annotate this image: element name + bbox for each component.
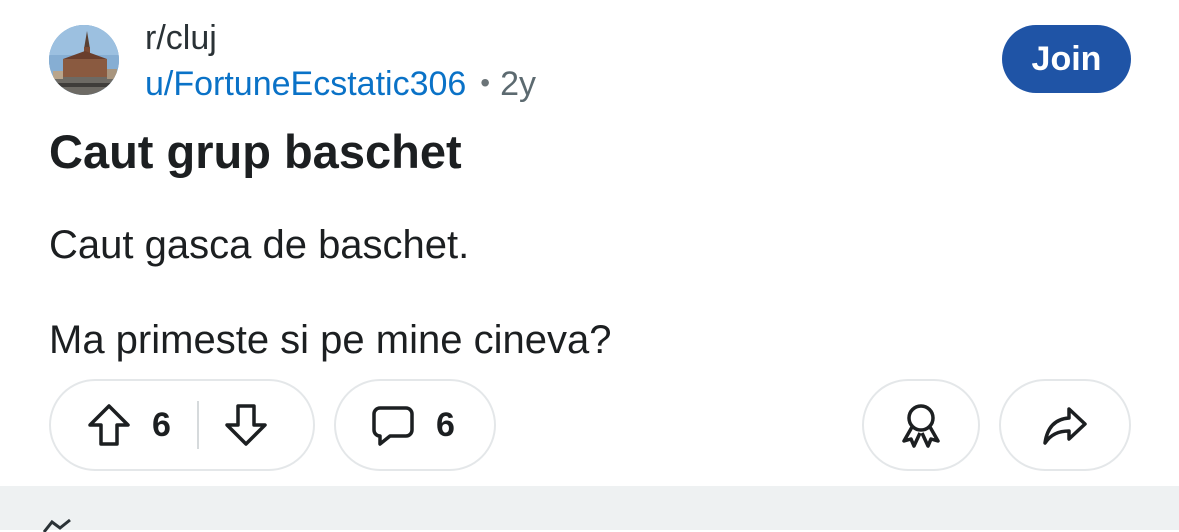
share-icon bbox=[1041, 401, 1089, 449]
post-body-paragraph: Caut gasca de baschet. bbox=[49, 223, 470, 267]
upvote-icon[interactable] bbox=[86, 402, 132, 448]
comment-bubble-icon bbox=[370, 402, 416, 448]
post-body-paragraph: Ma primeste si pe mine cineva? bbox=[49, 318, 612, 362]
post-age: 2y bbox=[500, 65, 537, 103]
vote-count: 6 bbox=[152, 405, 171, 444]
award-button[interactable] bbox=[862, 379, 980, 471]
subreddit-avatar[interactable] bbox=[49, 25, 119, 95]
vote-bar: 6 bbox=[49, 379, 315, 471]
downvote-icon[interactable] bbox=[223, 402, 269, 448]
join-button[interactable]: Join bbox=[1002, 25, 1131, 93]
comments-button[interactable]: 6 bbox=[334, 379, 496, 471]
feed-divider bbox=[0, 486, 1179, 530]
cathedral-image bbox=[49, 25, 119, 95]
post-card[interactable]: r/cluj u/FortuneEcstatic306 • 2y Join Caut… bbox=[0, 0, 1179, 486]
meta-separator: • bbox=[480, 67, 491, 98]
subreddit-name[interactable]: r/cluj bbox=[145, 18, 217, 58]
post-title: Caut grup baschet bbox=[49, 125, 462, 178]
vote-divider bbox=[196, 401, 199, 449]
author-username[interactable]: u/FortuneEcstatic306 bbox=[145, 65, 466, 103]
award-icon bbox=[897, 401, 945, 449]
post-meta: u/FortuneEcstatic306 • 2y bbox=[145, 64, 536, 106]
comment-count: 6 bbox=[436, 405, 455, 444]
share-button[interactable] bbox=[999, 379, 1131, 471]
